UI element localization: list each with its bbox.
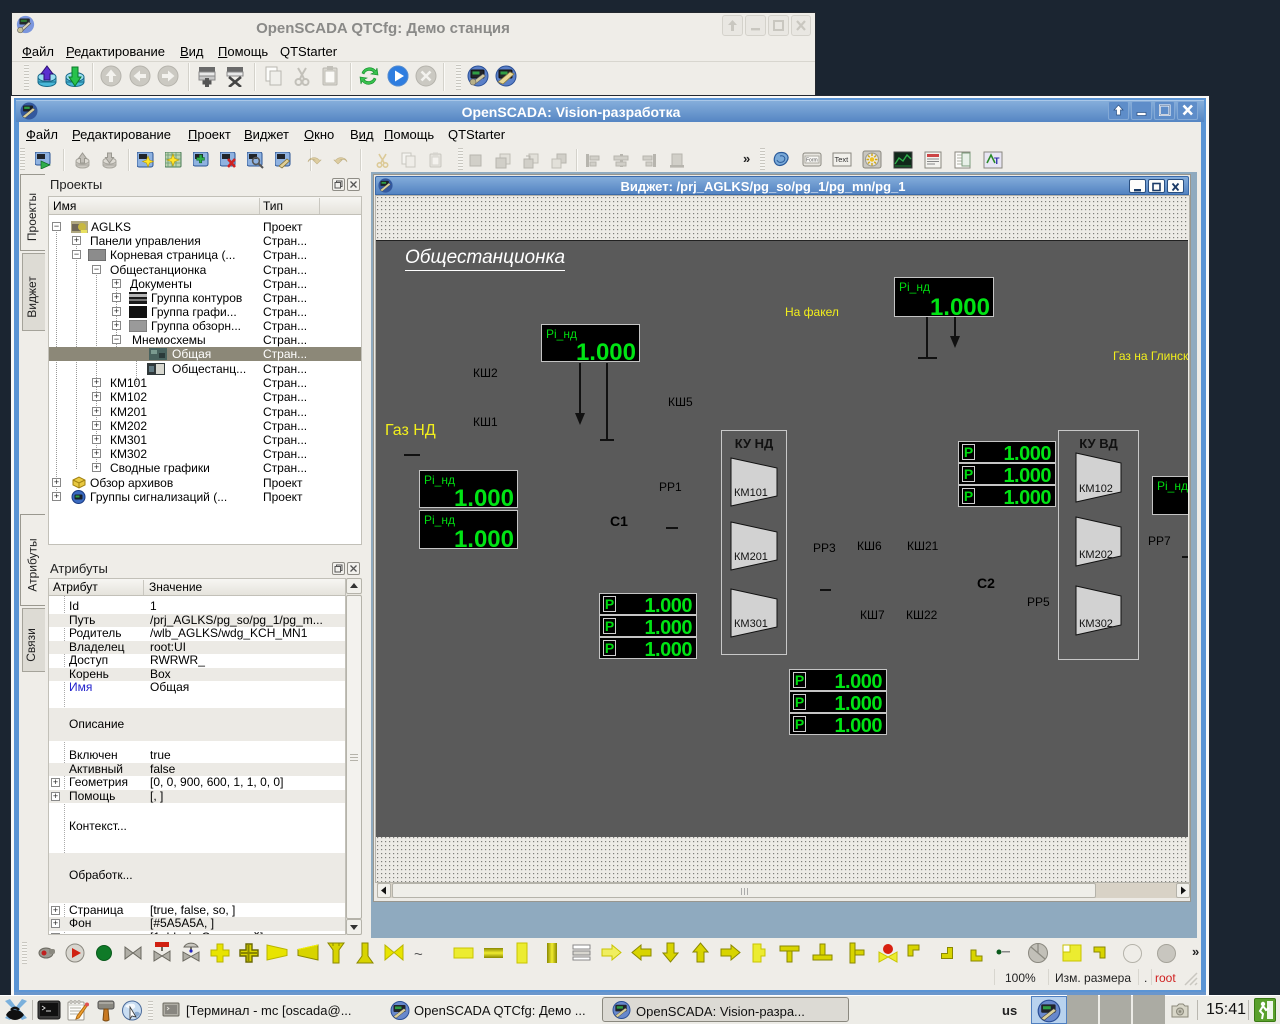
svg-text:Form: Form: [806, 158, 818, 164]
svg-text:Text: Text: [835, 155, 850, 164]
svg-text:T: T: [994, 156, 1000, 166]
